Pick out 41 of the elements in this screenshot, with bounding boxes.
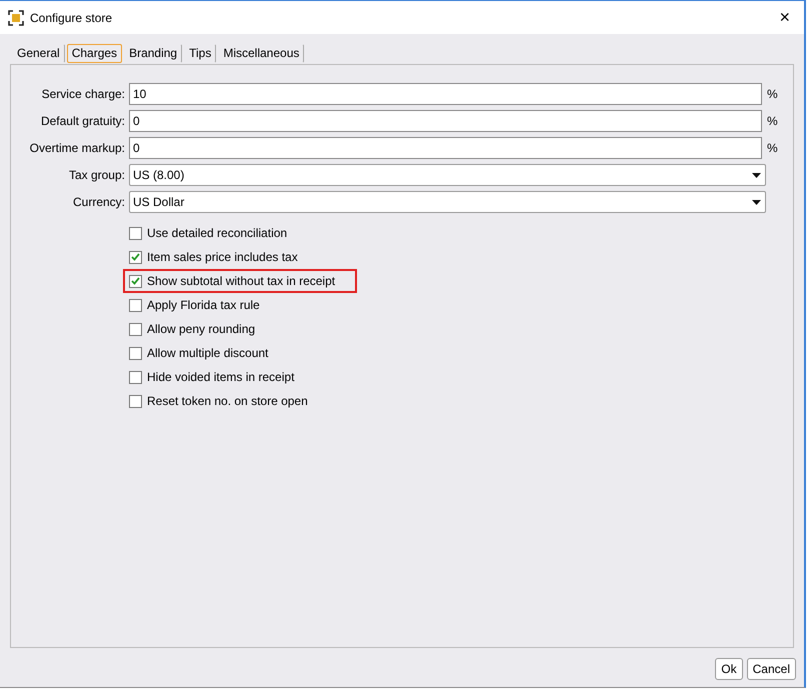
checkbox[interactable] [129, 274, 142, 288]
field-label: Default gratuity: [40, 114, 126, 128]
tab[interactable]: Charges [66, 44, 122, 63]
checkbox-label: Allow multiple discount [147, 346, 268, 360]
checkbox-label: Show subtotal without tax in receipt [147, 274, 336, 288]
checkbox[interactable] [129, 250, 142, 264]
unit-label: % [767, 87, 778, 101]
dropdown[interactable]: US (8.00) [129, 164, 766, 186]
field-label: Tax group: [68, 168, 126, 182]
checkbox-label: Use detailed reconciliation [147, 226, 288, 240]
tab[interactable]: Miscellaneous [218, 44, 304, 63]
checkbox[interactable] [129, 226, 142, 240]
checkbox-label: Apply Florida tax rule [147, 298, 260, 312]
input-field[interactable]: 0 [129, 137, 762, 159]
dropdown[interactable]: US Dollar [129, 191, 766, 213]
window-title: Configure store [30, 10, 114, 24]
field-label: Service charge: [40, 87, 126, 101]
unit-label: % [767, 141, 778, 155]
field-label: Overtime markup: [28, 141, 126, 155]
checkbox-label: Reset token no. on store open [147, 394, 308, 408]
app-icon [8, 10, 24, 26]
checkbox-label: Allow peny rounding [147, 322, 256, 336]
checkbox[interactable] [129, 322, 142, 336]
dropdown-arrow-icon [752, 172, 761, 178]
checkbox[interactable] [129, 346, 142, 360]
checkbox-label: Hide voided items in receipt [147, 370, 294, 384]
checkbox-label: Item sales price includes tax [147, 250, 298, 264]
field-label: Currency: [72, 195, 126, 209]
tab[interactable]: Branding [124, 44, 182, 63]
dropdown-arrow-icon [752, 200, 761, 204]
unit-label: % [767, 114, 778, 128]
ok-button[interactable]: Ok [715, 658, 743, 680]
cancel-button[interactable]: Cancel [746, 658, 796, 680]
checkbox[interactable] [129, 394, 142, 408]
input-field[interactable]: 10 [129, 83, 762, 105]
checkbox[interactable] [129, 370, 142, 384]
close-button[interactable]: × [773, 7, 796, 28]
checkbox[interactable] [129, 298, 142, 312]
tab[interactable]: General [12, 44, 65, 63]
input-field[interactable]: 0 [129, 110, 762, 132]
tab[interactable]: Tips [184, 44, 216, 63]
